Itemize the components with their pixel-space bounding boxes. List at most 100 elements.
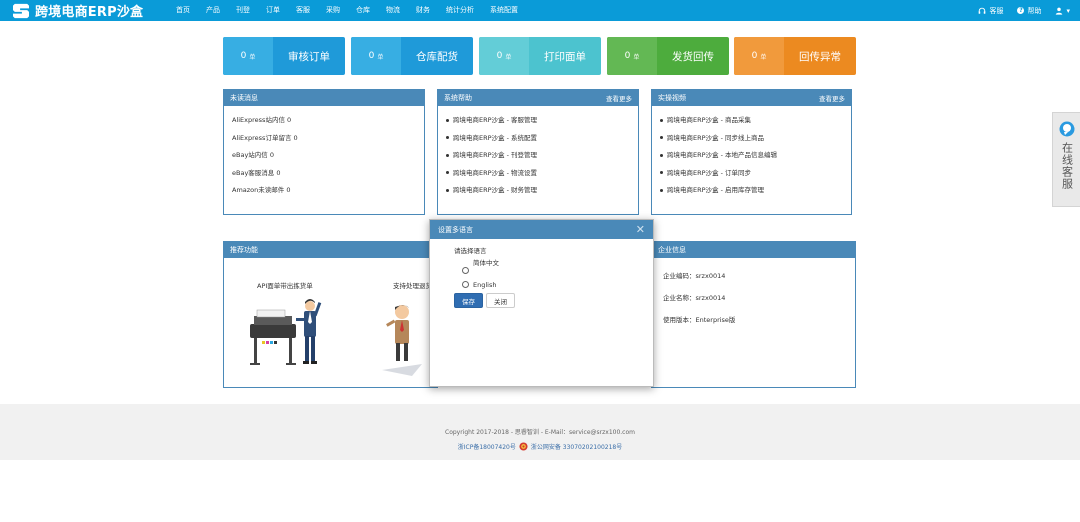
language-option-zh-label: 简体中文 [473,259,499,267]
nav-item-logistics[interactable]: 物流 [378,0,408,21]
bullet-icon [446,153,449,157]
nav-item-service[interactable]: 客服 [288,0,318,21]
police-link[interactable]: 浙公网安备 33070202100218号 [531,442,622,451]
bullet-icon [660,171,663,174]
panel-title: 系统帮助 [444,94,472,102]
help-link-text: 跨境电商ERP沙盒 - 财务管理 [453,186,538,194]
language-radio-zh-row[interactable] [462,266,629,275]
view-more-link[interactable]: 查看更多 [819,93,845,103]
tile-label: 打印面单 [544,50,586,63]
close-icon[interactable]: ✕ [636,224,645,235]
bullet-icon [660,153,663,157]
police-badge-icon [519,442,528,451]
view-more-link[interactable]: 查看更多 [606,93,632,103]
nav-item-products[interactable]: 产品 [198,0,228,21]
company-info-panel: 企业信息 企业编码：srzx0014 企业名称：srzx0014 使用版本：En… [651,241,856,388]
bullet-icon [446,171,449,174]
nav-right: 客服 ? 帮助 ▾ [978,0,1070,21]
feature-api-label[interactable]: API面单带出拣货单 [257,280,313,290]
video-link-item[interactable]: 跨境电商ERP沙盒 - 订单同步 [660,165,843,183]
online-service-float[interactable]: 在线客服 [1052,112,1080,207]
tile-unit: 单 [377,53,384,61]
icp-link[interactable]: 浙ICP备18007420号 [458,442,516,451]
nav-item-purchase[interactable]: 采购 [318,0,348,21]
video-link-item[interactable]: 跨境电商ERP沙盒 - 商品采集 [660,112,843,130]
tile-label: 审核订单 [288,50,330,63]
tile-print-labels[interactable]: 0单 打印面单 [479,37,601,75]
save-button[interactable]: 保存 [454,293,483,308]
nav-item-warehouse[interactable]: 仓库 [348,0,378,21]
nav-item-finance[interactable]: 财务 [408,0,438,21]
bullet-icon [446,188,449,192]
help-link-text: 跨境电商ERP沙盒 - 客服管理 [453,116,538,124]
tile-upload-exceptions[interactable]: 0单 回传异常 [734,37,856,75]
printer-illustration [250,299,322,365]
help-link-item[interactable]: 跨境电商ERP沙盒 - 系统配置 [446,130,630,148]
modal-title: 设置多语言 [438,225,473,234]
top-navbar: 跨境电商ERP沙盒 首页 产品 刊登 订单 客服 采购 仓库 物流 财务 统计分… [0,0,1080,21]
tile-count-area: 0单 [479,37,529,75]
close-button[interactable]: 关闭 [486,293,515,308]
bullet-icon [660,188,663,192]
language-prompt: 请选择语言 [454,247,487,255]
video-link-item[interactable]: 跨境电商ERP沙盒 - 同步线上商品 [660,130,843,148]
video-link-text: 跨境电商ERP沙盒 - 同步线上商品 [667,133,765,142]
customer-service-link[interactable]: 客服 [978,6,1003,16]
bullet-icon [446,136,449,139]
tile-label: 发货回传 [672,50,714,63]
help-link-text: 跨境电商ERP沙盒 - 物流设置 [453,168,538,177]
help-link[interactable]: ? 帮助 [1017,6,1041,16]
recommended-features-panel: 推荐功能 API面单带出拣货单 支持处理退货 [223,241,438,388]
video-tutorials-panel: 实操视频 查看更多 跨境电商ERP沙盒 - 商品采集 跨境电商ERP沙盒 - 同… [651,89,852,215]
video-link-item[interactable]: 跨境电商ERP沙盒 - 启用库存管理 [660,182,843,200]
logo[interactable]: 跨境电商ERP沙盒 [0,1,168,20]
icp-row: 浙ICP备18007420号 浙公网安备 33070202100218号 [0,442,1080,451]
chat-bubble-icon [1059,121,1074,137]
unread-item-ebay-service[interactable]: eBay客服消息 0 [232,165,416,183]
help-label: 帮助 [1027,6,1042,15]
unread-item-aliexpress-inbox[interactable]: AliExpress站内信 0 [232,112,416,130]
help-link-item[interactable]: 跨境电商ERP沙盒 - 刊登管理 [446,147,630,165]
panel-header: 实操视频 查看更多 [652,90,851,106]
tile-review-orders[interactable]: 0单 审核订单 [223,37,345,75]
panel-header: 系统帮助 查看更多 [438,90,638,106]
help-link-item[interactable]: 跨境电商ERP沙盒 - 财务管理 [446,182,630,200]
unread-item-amazon-mail[interactable]: Amazon未读邮件 0 [232,182,416,200]
unread-messages-panel: 未读消息 AliExpress站内信 0 AliExpress订单留言 0 eB… [223,89,425,215]
panel-body: AliExpress站内信 0 AliExpress订单留言 0 eBay站内信… [224,106,424,206]
headset-icon [979,7,986,14]
tile-count: 0 [751,51,758,61]
tile-count-area: 0单 [223,37,273,75]
unread-item-aliexpress-order-msg[interactable]: AliExpress订单留言 0 [232,130,416,148]
user-menu[interactable]: ▾ [1055,7,1070,15]
tile-unit: 单 [760,53,767,61]
video-link-item[interactable]: 跨境电商ERP沙盒 - 本地产品信息编辑 [660,147,843,165]
tile-label: 回传异常 [799,50,841,63]
businessman-illustration [382,304,422,376]
panel-header: 未读消息 [224,90,424,106]
help-link-item[interactable]: 跨境电商ERP沙盒 - 客服管理 [446,112,630,130]
nav-item-orders[interactable]: 订单 [258,0,288,21]
tile-unit: 单 [505,53,512,61]
logo-icon [13,3,29,18]
tile-count-area: 0单 [351,37,401,75]
copyright-text: Copyright 2017-2018 - 思睿智训 - E-Mail：serv… [445,429,635,436]
unread-item-ebay-inbox[interactable]: eBay站内信 0 [232,147,416,165]
online-service-label: 在线客服 [1060,142,1074,190]
nav-item-settings[interactable]: 系统配置 [482,0,526,21]
language-radio-zh[interactable] [462,267,469,274]
tile-shipping-upload[interactable]: 0单 发货回传 [607,37,729,75]
nav-item-home[interactable]: 首页 [168,0,198,21]
nav-item-statistics[interactable]: 统计分析 [438,0,482,21]
panel-header: 推荐功能 [224,242,437,258]
feature-returns-label[interactable]: 支持处理退货 [393,280,432,290]
help-link-item[interactable]: 跨境电商ERP沙盒 - 物流设置 [446,165,630,183]
language-option-en[interactable]: English [462,280,629,289]
main-nav: 首页 产品 刊登 订单 客服 采购 仓库 物流 财务 统计分析 系统配置 [168,0,526,21]
app-title: 跨境电商ERP沙盒 [35,5,144,20]
language-radio-en[interactable] [462,281,469,288]
panel-title: 实操视频 [658,94,686,102]
nav-item-listing[interactable]: 刊登 [228,0,258,21]
video-link-text: 跨境电商ERP沙盒 - 本地产品信息编辑 [667,151,778,159]
tile-warehouse-picking[interactable]: 0单 仓库配货 [351,37,473,75]
